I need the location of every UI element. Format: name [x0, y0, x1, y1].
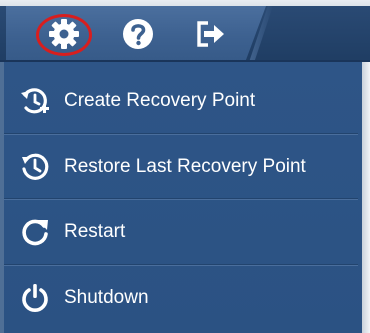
power-icon	[18, 281, 52, 315]
create-recovery-point-icon	[18, 84, 52, 118]
panel-right-edge	[362, 62, 370, 333]
settings-button[interactable]	[46, 16, 82, 52]
menu-item-label: Restart	[64, 220, 126, 242]
restart-icon	[18, 215, 52, 249]
help-icon	[123, 19, 153, 49]
menu-item-label: Shutdown	[64, 286, 149, 308]
menu-item-restart[interactable]: Restart	[4, 199, 360, 264]
restore-icon	[18, 150, 52, 184]
logout-icon	[197, 21, 224, 47]
gear-icon	[49, 19, 79, 49]
menu-item-label: Restore Last Recovery Point	[64, 155, 306, 177]
menu-item-create-recovery-point[interactable]: Create Recovery Point	[4, 68, 360, 133]
logout-button[interactable]	[192, 16, 228, 52]
toolbar	[0, 6, 370, 62]
menu-item-restore-last-recovery-point[interactable]: Restore Last Recovery Point	[4, 134, 360, 199]
help-button[interactable]	[120, 16, 156, 52]
menu-item-shutdown[interactable]: Shutdown	[4, 265, 360, 330]
menu-item-label: Create Recovery Point	[64, 89, 256, 111]
